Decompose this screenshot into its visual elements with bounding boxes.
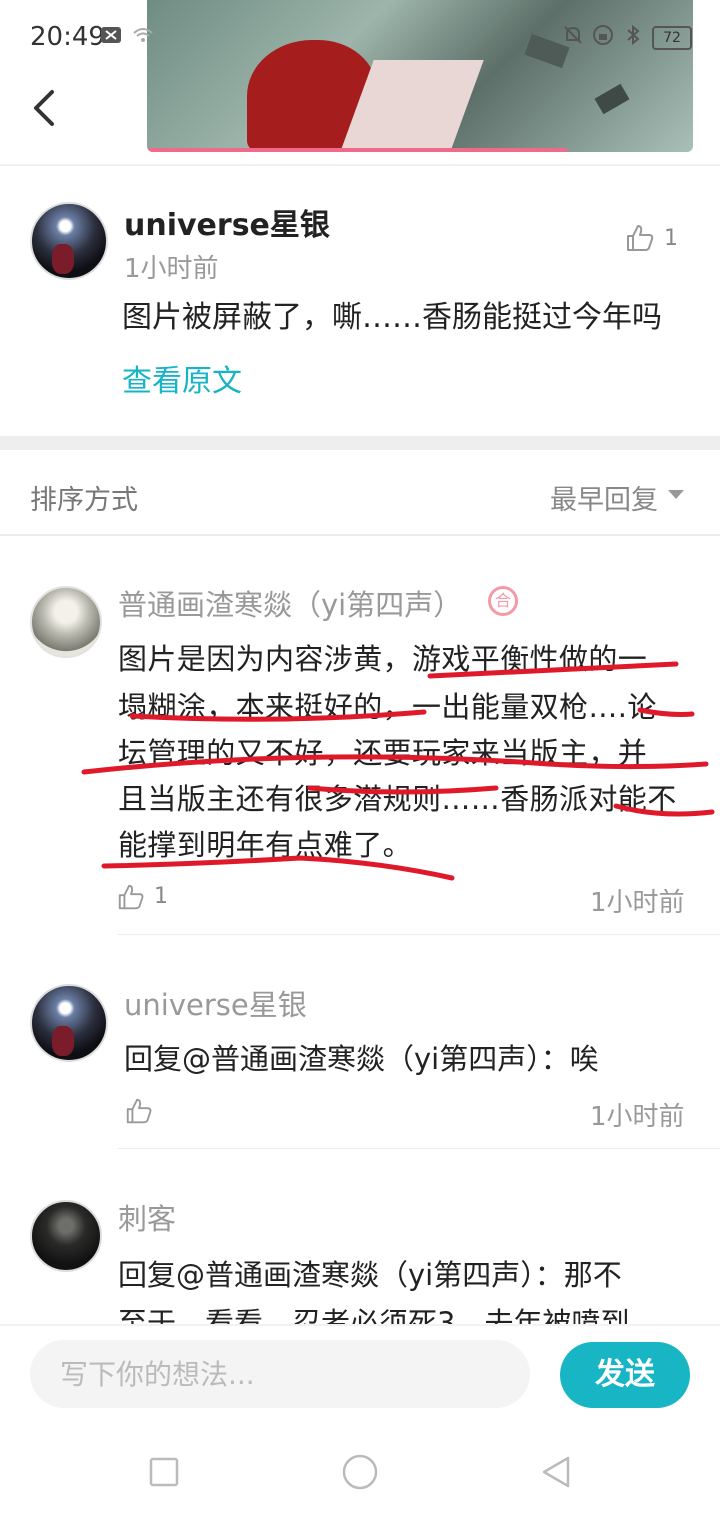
post-text: 图片被屏蔽了，嘶……香肠能挺过今年吗 [122,300,662,335]
comment-text-line: 且当版主还有很多潜规则……香肠派对能不 [118,782,677,816]
comment-time: 1小时前 [590,1102,685,1132]
bluetooth-icon [627,24,640,46]
back-nav-button[interactable] [538,1454,574,1490]
bell-off-icon [564,26,582,44]
divider [118,1148,720,1149]
comment-text-line: 坛管理的又不好，还要玩家来当版主，并 [118,736,648,770]
section-divider [0,436,720,450]
comment-text-line: 回复@普通画渣寒燚（yi第四声）：那不 [118,1258,622,1292]
view-original-link[interactable]: 查看原文 [122,356,242,400]
comment-text: 回复@普通画渣寒燚（yi第四声）：唉 [124,1042,599,1076]
comment-text-line: 图片是因为内容涉黄，游戏平衡性做的一 [118,642,648,676]
post-like-count: 1 [664,226,678,251]
thumbs-up-icon[interactable] [624,222,656,254]
avatar[interactable] [30,1200,102,1272]
chevron-down-icon[interactable] [668,490,684,499]
comment-time: 1小时前 [590,888,685,918]
comment-author[interactable]: 刺客 [118,1196,176,1238]
sort-label: 排序方式 [30,485,138,516]
author-badge: 合 [488,586,518,616]
comment-text-line: 塌糊涂，本来挺好的，一出能量双枪….论 [118,690,657,724]
wifi-icon [133,28,153,42]
post-image[interactable] [147,0,693,152]
comment-like-count: 1 [154,884,168,909]
divider [118,934,720,935]
thumbs-up-icon[interactable] [124,1096,154,1126]
thumbs-up-icon[interactable] [116,882,146,912]
recent-apps-button[interactable] [148,1456,180,1488]
divider [0,534,720,536]
divider [0,164,720,166]
status-time: 20:49 [30,22,105,52]
lock-rotation-icon [593,25,613,45]
comment-author[interactable]: 普通画渣寒燚（yi第四声） [118,582,462,624]
send-button[interactable]: 发送 [560,1342,690,1408]
notification-icon [101,27,121,43]
avatar[interactable] [30,202,108,280]
comment-input[interactable] [30,1340,530,1408]
post-time: 1小时前 [124,254,219,284]
comment-text-line: 能撑到明年有点难了。 [118,828,413,862]
back-button[interactable] [26,86,66,130]
battery-indicator: 72 [652,26,692,50]
comment-author[interactable]: universe星银 [124,982,307,1024]
home-button[interactable] [340,1452,380,1492]
avatar[interactable] [30,586,102,658]
sort-dropdown[interactable]: 最早回复 [550,478,658,517]
avatar[interactable] [30,984,108,1062]
post-author[interactable]: universe星银 [124,200,330,244]
